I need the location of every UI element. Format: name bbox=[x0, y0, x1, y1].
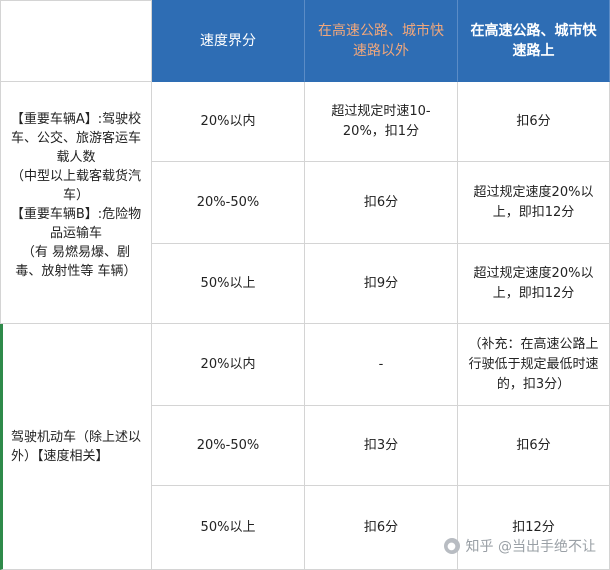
table-cell-range: 20%-50% bbox=[152, 162, 305, 244]
group-other-vehicles: 驾驶机动车（除上述以外）【速度相关】 bbox=[0, 324, 152, 570]
group-label: 驾驶机动车（除上述以外）【速度相关】 bbox=[11, 429, 142, 464]
group-important-vehicles: 【重要车辆A】:驾驶校车、公交、旅游客运车载人数 （中型以上载客载货汽车） 【重… bbox=[0, 82, 152, 324]
watermark: ● 知乎 @当出手绝不让 bbox=[443, 536, 596, 556]
table-cell-on: （补充：在高速公路上行驶低于规定最低时速的，扣3分） bbox=[458, 324, 610, 406]
table-cell-range: 50%以上 bbox=[152, 244, 305, 324]
table-cell-range: 20%以内 bbox=[152, 82, 305, 162]
table-cell-outside: 扣9分 bbox=[305, 244, 458, 324]
header-corner-cell bbox=[0, 0, 152, 82]
header-on-expressway: 在高速公路、城市快速路上 bbox=[458, 0, 610, 82]
table-cell-on: 扣12分 bbox=[458, 486, 610, 570]
header-outside-expressway: 在高速公路、城市快速路以外 bbox=[305, 0, 458, 82]
table-cell-on: 扣6分 bbox=[458, 82, 610, 162]
table-cell-range: 50%以上 bbox=[152, 486, 305, 570]
table-cell-outside: 超过规定时速10-20%，扣1分 bbox=[305, 82, 458, 162]
header-speed-range: 速度界分 bbox=[152, 0, 305, 82]
table-cell-range: 20%-50% bbox=[152, 406, 305, 486]
zhihu-avatar-icon: ● bbox=[443, 538, 460, 554]
table-cell-range: 20%以内 bbox=[152, 324, 305, 406]
table-cell-outside: 扣6分 bbox=[305, 486, 458, 570]
watermark-text: 知乎 @当出手绝不让 bbox=[465, 539, 596, 555]
group-label: 【重要车辆A】:驾驶校车、公交、旅游客运车载人数 （中型以上载客载货汽车） 【重… bbox=[10, 112, 142, 279]
table-cell-on: 超过规定速度20%以上，即扣12分 bbox=[458, 244, 610, 324]
table-cell-outside: 扣6分 bbox=[305, 162, 458, 244]
table-cell-on: 扣6分 bbox=[458, 406, 610, 486]
table-cell-outside: - bbox=[305, 324, 458, 406]
penalty-table: 速度界分 在高速公路、城市快速路以外 在高速公路、城市快速路上 【重要车辆A】:… bbox=[0, 0, 610, 570]
table-cell-outside: 扣3分 bbox=[305, 406, 458, 486]
table-cell-on: 超过规定速度20%以上，即扣12分 bbox=[458, 162, 610, 244]
